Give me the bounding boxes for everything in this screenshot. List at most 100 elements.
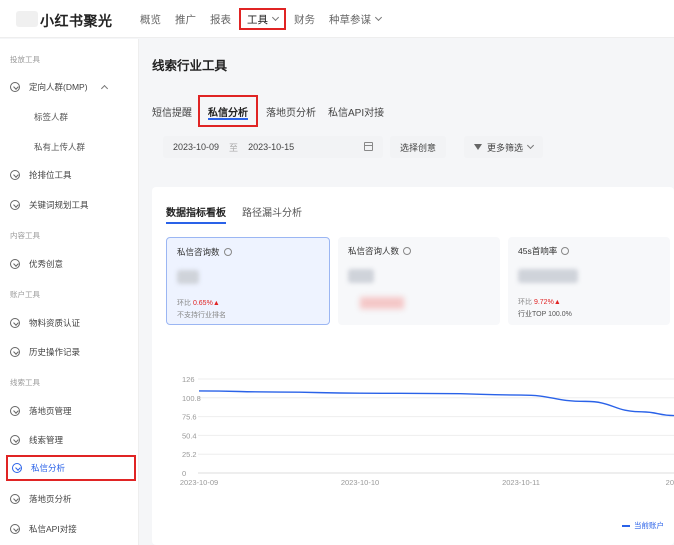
- select-creative-button[interactable]: 选择创意: [390, 136, 447, 158]
- sidebar-item-label: 关键词规划工具: [29, 200, 89, 210]
- check-circle-icon: [10, 347, 20, 357]
- sidebar-group-account: 账户工具: [10, 290, 40, 299]
- tab-dm-analysis[interactable]: 私信分析: [198, 95, 258, 127]
- sidebar-item-ranking-tool[interactable]: 抢排位工具: [10, 164, 72, 186]
- check-circle-icon: [10, 406, 20, 416]
- metric-ratio-value: 0.65%: [192, 300, 213, 307]
- sidebar-group-leads: 线索工具: [10, 378, 40, 387]
- brand-name[interactable]: 小红书聚光: [40, 11, 113, 31]
- nav-tools-label: 工具: [247, 13, 268, 26]
- metric-value-blurred: [348, 269, 374, 283]
- sidebar-group-content: 内容工具: [10, 231, 40, 240]
- tool-tabs: 短信提醒 私信分析 落地页分析 私信API对接: [152, 95, 396, 127]
- sidebar-item-material-cert[interactable]: 物料资质认证: [10, 312, 80, 334]
- metric-extra: 不支持行业排名: [177, 312, 226, 319]
- info-icon[interactable]: [403, 247, 412, 255]
- sidebar-item-landing-manage[interactable]: 落地页管理: [10, 400, 72, 422]
- legend-label: 当前账户: [634, 521, 664, 530]
- sidebar-item-label: 线索管理: [29, 435, 64, 445]
- tab-metrics-board[interactable]: 数据指标看板: [166, 204, 226, 224]
- start-date: 2023-10-09: [173, 142, 220, 152]
- check-circle-icon: [10, 170, 20, 180]
- metric-card-dm-users[interactable]: 私信咨询人数: [338, 237, 500, 325]
- sidebar: 投放工具 定向人群(DMP) 标签人群 私有上传人群 抢排位工具 关键词规划工具…: [0, 39, 139, 545]
- check-circle-icon: [10, 435, 20, 445]
- nav-tools[interactable]: 工具: [239, 8, 286, 30]
- sidebar-item-dm-api[interactable]: 私信API对接: [10, 518, 77, 540]
- y-tick-label: 100.8: [182, 394, 201, 403]
- nav-overview[interactable]: 概览: [140, 8, 161, 30]
- tab-funnel-analysis[interactable]: 路径漏斗分析: [242, 204, 302, 224]
- nav-reports[interactable]: 报表: [210, 8, 231, 30]
- check-circle-icon: [10, 82, 20, 92]
- y-tick-label: 0: [182, 469, 186, 478]
- end-date: 2023-10-15: [248, 142, 295, 152]
- sidebar-item-tag-audience[interactable]: 标签人群: [34, 111, 68, 123]
- sidebar-item-history[interactable]: 历史操作记录: [10, 341, 80, 363]
- sidebar-item-label: 历史操作记录: [29, 347, 81, 357]
- x-tick-label: 20: [666, 478, 674, 487]
- chevron-down-icon: [374, 13, 383, 22]
- panel-tabs: 数据指标看板 路径漏斗分析: [166, 204, 318, 224]
- top-bar: 小红书聚光 概览 推广 报表 工具 财务 种草参谋: [0, 0, 674, 38]
- series-line[interactable]: [198, 390, 674, 417]
- tab-sms-reminder[interactable]: 短信提醒: [152, 95, 192, 127]
- sidebar-item-creative[interactable]: 优秀创意: [10, 253, 63, 275]
- y-tick-label: 126: [182, 375, 195, 384]
- metric-ratio-value: 9.72%: [533, 299, 554, 306]
- metric-value-blurred: [177, 270, 199, 284]
- sidebar-item-dm-analysis[interactable]: 私信分析: [6, 455, 136, 481]
- tab-landing-analysis[interactable]: 落地页分析: [266, 95, 316, 127]
- sidebar-item-label: 定向人群(DMP): [29, 82, 88, 92]
- check-circle-icon: [10, 524, 20, 534]
- date-separator: 至: [229, 142, 239, 153]
- sidebar-item-label: 私信分析: [31, 463, 66, 473]
- sidebar-item-keyword-planner[interactable]: 关键词规划工具: [10, 194, 89, 216]
- filter-icon: [474, 144, 482, 150]
- info-icon[interactable]: [561, 247, 570, 255]
- x-tick-label: 2023-10-09: [180, 478, 218, 487]
- metric-ratio-label: 环比: [177, 300, 191, 307]
- page-title: 线索行业工具: [152, 59, 228, 73]
- more-filters-button[interactable]: 更多筛选: [464, 136, 544, 158]
- y-tick-label: 25.2: [182, 450, 197, 459]
- metric-ratio-blurred: [360, 297, 404, 309]
- metric-title-label: 私信咨询数: [177, 247, 220, 257]
- metric-title-label: 私信咨询人数: [348, 246, 400, 256]
- metric-ratio: 环比 0.65%▲: [177, 298, 220, 308]
- check-circle-icon: [12, 463, 22, 473]
- x-tick-label: 2023-10-10: [341, 478, 379, 487]
- sidebar-item-private-upload[interactable]: 私有上传人群: [34, 141, 85, 153]
- sidebar-item-landing-analysis[interactable]: 落地页分析: [10, 488, 72, 510]
- info-icon[interactable]: [223, 248, 232, 256]
- more-filters-label: 更多筛选: [487, 142, 524, 153]
- check-circle-icon: [10, 200, 20, 210]
- sidebar-item-label: 物料资质认证: [29, 318, 81, 328]
- metric-card-dm-inquiries[interactable]: 私信咨询数 环比 0.65%▲ 不支持行业排名: [166, 237, 330, 325]
- main-content: 线索行业工具 短信提醒 私信分析 落地页分析 私信API对接 2023-10-0…: [139, 39, 674, 545]
- sidebar-item-dmp[interactable]: 定向人群(DMP): [10, 76, 108, 98]
- sidebar-item-label: 落地页管理: [29, 406, 72, 416]
- chevron-down-icon: [526, 141, 535, 150]
- nav-seeding[interactable]: 种草参谋: [329, 8, 383, 30]
- metric-title: 45s首响率: [518, 245, 570, 257]
- tab-dm-api[interactable]: 私信API对接: [328, 95, 384, 127]
- metric-ratio: 环比 9.72%▲: [518, 297, 561, 307]
- nav-promotion[interactable]: 推广: [175, 8, 196, 30]
- metric-card-45s-response[interactable]: 45s首响率 环比 9.72%▲ 行业TOP 100.0%: [508, 237, 670, 325]
- top-nav: 概览 推广 报表 工具 财务 种草参谋: [140, 0, 395, 38]
- trend-line-chart: 126 100.8 75.6 50.4 25.2 0 2023-10-09 2023-10-…: [180, 375, 674, 487]
- y-tick-label: 75.6: [182, 413, 197, 422]
- calendar-icon: [364, 142, 373, 151]
- sidebar-item-leads-manage[interactable]: 线索管理: [10, 429, 63, 451]
- x-tick-label: 2023-10-11: [502, 478, 540, 487]
- chart-legend[interactable]: 当前账户: [622, 520, 664, 531]
- sidebar-item-label: 落地页分析: [29, 494, 72, 504]
- check-circle-icon: [10, 494, 20, 504]
- sidebar-group-delivery: 投放工具: [10, 55, 40, 64]
- metric-extra: 行业TOP 100.0%: [518, 311, 572, 318]
- nav-finance[interactable]: 财务: [294, 8, 315, 30]
- logo-icon: [16, 11, 38, 27]
- date-range-picker[interactable]: 2023-10-09 至 2023-10-15: [163, 136, 383, 158]
- metric-title: 私信咨询数: [177, 246, 232, 258]
